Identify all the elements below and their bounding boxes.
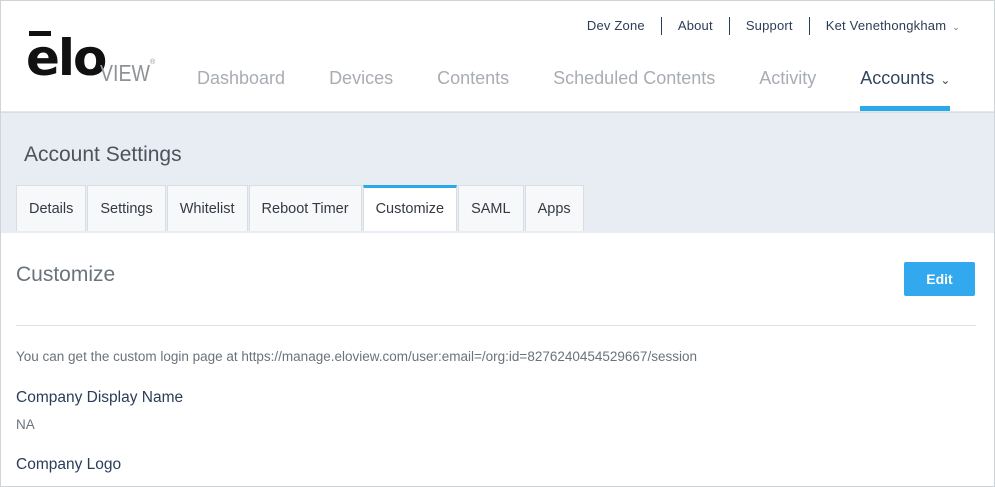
divider bbox=[16, 325, 976, 326]
utility-nav: Dev Zone About Support Ket Venethongkham… bbox=[571, 17, 960, 36]
user-menu[interactable]: Ket Venethongkham ⌄ bbox=[810, 17, 960, 36]
tab-details[interactable]: Details bbox=[16, 185, 87, 231]
tab-settings[interactable]: Settings bbox=[87, 185, 166, 231]
nav-devices[interactable]: Devices bbox=[329, 58, 393, 110]
tab-reboot-timer[interactable]: Reboot Timer bbox=[248, 185, 362, 231]
chevron-down-icon: ⌄ bbox=[952, 21, 960, 32]
main-nav: Dashboard Devices Contents Scheduled Con… bbox=[175, 58, 972, 111]
dev-zone-link[interactable]: Dev Zone bbox=[571, 17, 661, 35]
company-display-name-label: Company Display Name bbox=[16, 389, 184, 406]
user-name: Ket Venethongkham bbox=[825, 18, 947, 33]
tab-customize[interactable]: Customize bbox=[362, 185, 458, 231]
page-title: Account Settings bbox=[24, 143, 182, 166]
logo-brand: elo bbox=[26, 29, 107, 87]
logo-registered-mark: ® bbox=[150, 59, 156, 66]
logo-product: VIEW bbox=[100, 60, 150, 86]
custom-login-info: You can get the custom login page at htt… bbox=[16, 349, 697, 364]
tab-whitelist[interactable]: Whitelist bbox=[166, 185, 248, 231]
company-display-name-value: NA bbox=[16, 417, 35, 432]
nav-accounts[interactable]: Accounts ⌄ bbox=[860, 58, 951, 111]
nav-activity[interactable]: Activity bbox=[759, 58, 816, 110]
nav-accounts-label: Accounts bbox=[860, 68, 935, 88]
company-logo-label: Company Logo bbox=[16, 456, 122, 473]
chevron-down-icon: ⌄ bbox=[940, 73, 951, 87]
about-link[interactable]: About bbox=[662, 17, 729, 35]
customize-panel: Customize Edit You can get the custom lo… bbox=[1, 233, 994, 486]
support-link[interactable]: Support bbox=[730, 17, 809, 35]
top-header: elo VIEW ® Dev Zone About Support Ket Ve… bbox=[1, 1, 994, 112]
nav-scheduled-contents[interactable]: Scheduled Contents bbox=[553, 58, 715, 110]
app-window: elo VIEW ® Dev Zone About Support Ket Ve… bbox=[0, 0, 995, 487]
tab-saml[interactable]: SAML bbox=[458, 185, 524, 231]
section-title: Customize bbox=[16, 263, 116, 286]
account-settings-header: Account Settings Details Settings Whitel… bbox=[1, 112, 994, 233]
tab-apps[interactable]: Apps bbox=[524, 185, 584, 231]
settings-tabs: Details Settings Whitelist Reboot Timer … bbox=[16, 185, 585, 231]
nav-contents[interactable]: Contents bbox=[437, 58, 509, 110]
nav-dashboard[interactable]: Dashboard bbox=[197, 58, 285, 110]
edit-button[interactable]: Edit bbox=[904, 262, 975, 296]
